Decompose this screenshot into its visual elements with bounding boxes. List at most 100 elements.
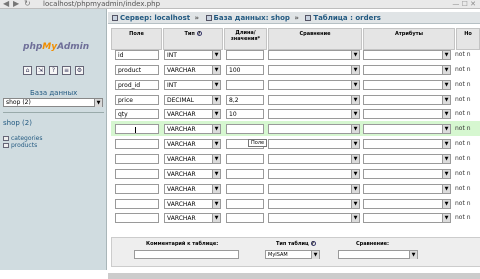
type-select[interactable]: VARCHAR ▼ [164,64,221,75]
chevron-down-icon[interactable]: ▼ [442,199,450,208]
length-input[interactable] [226,168,264,179]
type-select[interactable]: VARCHAR ▼ [164,168,221,179]
null-select[interactable]: not n [455,185,471,192]
chevron-down-icon[interactable]: ▼ [212,80,220,89]
chevron-down-icon[interactable]: ▼ [442,214,450,223]
length-input[interactable] [226,153,264,164]
field-name-input[interactable]: id [115,50,159,60]
attributes-select[interactable]: ▼ [363,168,451,179]
chevron-down-icon[interactable]: ▼ [212,154,220,163]
chevron-down-icon[interactable]: ▼ [442,154,450,163]
null-select[interactable]: not n [455,96,471,103]
attributes-select[interactable]: ▼ [363,64,451,75]
field-name-input[interactable]: price [115,94,159,105]
field-name-input[interactable]: prod_id [115,79,159,90]
collation-select[interactable]: ▼ [268,124,360,135]
null-select[interactable]: not n [455,140,471,147]
settings-icon[interactable]: ⚙ [75,66,84,75]
chevron-down-icon[interactable]: ▼ [212,51,220,59]
database-title-link[interactable]: shop (2) [3,119,32,127]
breadcrumb-database[interactable]: База данных: shop [214,14,290,22]
docs-icon[interactable]: ≡ [62,66,71,75]
chevron-down-icon[interactable]: ▼ [212,199,220,208]
null-select[interactable]: not n [455,51,471,58]
collation-select[interactable]: ▼ [268,50,360,60]
field-name-input[interactable] [115,153,159,164]
collation-select[interactable]: ▼ [268,79,360,90]
length-input[interactable] [226,79,264,90]
field-name-input[interactable] [115,213,159,224]
exit-icon[interactable]: ⇲ [36,66,45,75]
help-icon[interactable]: ? [196,31,202,36]
database-select[interactable]: shop (2) ▼ [3,98,103,107]
chevron-down-icon[interactable]: ▼ [442,80,450,89]
chevron-down-icon[interactable]: ▼ [351,154,359,163]
field-name-input[interactable]: product [115,64,159,75]
chevron-down-icon[interactable]: ▼ [212,140,220,149]
breadcrumb-table[interactable]: Таблица : orders [313,14,381,22]
chevron-down-icon[interactable]: ▼ [212,125,220,134]
type-select[interactable]: VARCHAR ▼ [164,213,221,224]
field-name-input[interactable]: qty [115,109,159,120]
type-select[interactable]: VARCHAR ▼ [164,153,221,164]
collation-select[interactable]: ▼ [268,94,360,105]
attributes-select[interactable]: ▼ [363,213,451,224]
collation-select[interactable]: ▼ [268,168,360,179]
chevron-down-icon[interactable]: ▼ [351,199,359,208]
attributes-select[interactable]: ▼ [363,124,451,135]
phpmyadmin-logo[interactable]: phpMyAdmin [23,42,89,52]
chevron-down-icon[interactable]: ▼ [351,51,359,59]
attributes-select[interactable]: ▼ [363,139,451,150]
chevron-down-icon[interactable]: ▼ [94,99,102,107]
length-input[interactable] [226,198,264,209]
attributes-select[interactable]: ▼ [363,79,451,90]
type-select[interactable]: VARCHAR ▼ [164,198,221,209]
collation-select[interactable]: ▼ [268,153,360,164]
chevron-down-icon[interactable]: ▼ [212,95,220,104]
chevron-down-icon[interactable]: ▼ [442,125,450,134]
help-icon[interactable]: ? [310,241,316,246]
attributes-select[interactable]: ▼ [363,94,451,105]
chevron-down-icon[interactable]: ▼ [442,95,450,104]
chevron-down-icon[interactable]: ▼ [351,169,359,178]
window-controls[interactable]: — ☐ ✕ [452,0,476,8]
chevron-down-icon[interactable]: ▼ [212,214,220,223]
field-name-input[interactable] [115,168,159,179]
type-select[interactable]: VARCHAR ▼ [164,109,221,120]
chevron-down-icon[interactable]: ▼ [212,65,220,74]
chevron-down-icon[interactable]: ▼ [351,95,359,104]
attributes-select[interactable]: ▼ [363,153,451,164]
length-input[interactable] [226,124,264,135]
chevron-down-icon[interactable]: ▼ [351,125,359,134]
collation-select[interactable]: ▼ [268,64,360,75]
length-input[interactable]: 8,2 [226,94,264,105]
attributes-select[interactable]: ▼ [363,109,451,120]
length-input[interactable] [226,213,264,224]
table-collation-select[interactable]: ▼ [338,250,418,259]
breadcrumb-server[interactable]: Сервер: localhost [120,14,190,22]
engine-select[interactable]: MyISAM ▼ [265,250,320,259]
length-input[interactable]: 100 [226,64,264,75]
sidebar-item-products[interactable]: products [3,142,42,149]
null-select[interactable]: not n [455,110,471,117]
sidebar-item-categories[interactable]: categories [3,135,42,142]
table-comment-input[interactable] [134,250,239,259]
chevron-down-icon[interactable]: ▼ [442,184,450,193]
length-input[interactable]: 10 [226,109,264,120]
chevron-down-icon[interactable]: ▼ [351,140,359,149]
collation-select[interactable]: ▼ [268,139,360,150]
chevron-down-icon[interactable]: ▼ [351,65,359,74]
chevron-down-icon[interactable]: ▼ [311,251,319,259]
field-name-input[interactable] [115,198,159,209]
attributes-select[interactable]: ▼ [363,198,451,209]
chevron-down-icon[interactable]: ▼ [442,51,450,59]
chevron-down-icon[interactable]: ▼ [442,140,450,149]
chevron-down-icon[interactable]: ▼ [442,169,450,178]
null-select[interactable]: not n [455,200,471,207]
chevron-down-icon[interactable]: ▼ [409,251,417,259]
chevron-down-icon[interactable]: ▼ [351,110,359,119]
type-select[interactable]: DECIMAL ▼ [164,94,221,105]
attributes-select[interactable]: ▼ [363,183,451,194]
collation-select[interactable]: ▼ [268,183,360,194]
field-name-input[interactable] [115,139,159,150]
